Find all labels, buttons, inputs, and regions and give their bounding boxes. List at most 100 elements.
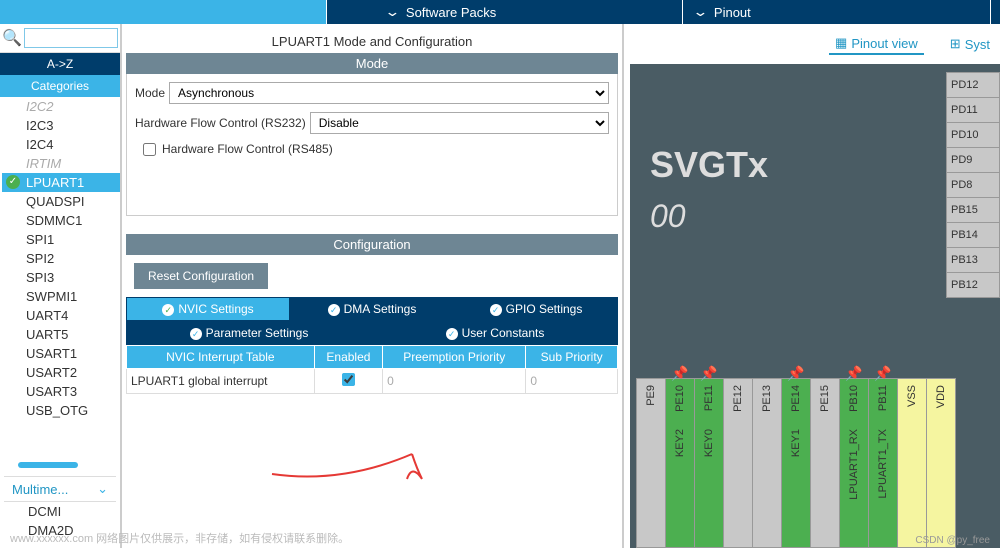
chip-diagram[interactable]: SVGTx 00 PE9📌PE10KEY2📌PE11KEY0PE12PE13📌P… (630, 64, 1000, 548)
pin-pe14[interactable]: 📌PE14KEY1 (781, 378, 811, 548)
interrupt-enabled-checkbox[interactable] (342, 373, 355, 386)
mode-header: Mode (126, 53, 618, 74)
pin-tack-icon: 📌 (700, 365, 717, 382)
periph-item-dcmi[interactable]: DCMI (4, 502, 116, 521)
pinout-view-button[interactable]: ▦ Pinout view (829, 33, 924, 55)
red-annotation (262, 444, 462, 504)
pin-label: VDD (935, 385, 947, 408)
peripheral-sidebar: 🔍 A->Z Categories I2C2I2C3I2C4IRTIMLPUAR… (0, 24, 122, 548)
chevron-down-icon: ⌄ (384, 4, 400, 20)
periph-item-irtim[interactable]: IRTIM (2, 154, 120, 173)
pin-label: PE12 (732, 385, 744, 412)
periph-item-lpuart1[interactable]: LPUART1 (2, 173, 120, 192)
pin-tack-icon: 📌 (845, 365, 862, 382)
pin-pe10[interactable]: 📌PE10KEY2 (665, 378, 695, 548)
chip-icon: ▦ (835, 35, 847, 51)
periph-item-usart1[interactable]: USART1 (2, 344, 120, 363)
pin-pe15[interactable]: PE15 (810, 378, 840, 548)
periph-item-uart5[interactable]: UART5 (2, 325, 120, 344)
categories-button[interactable]: Categories (0, 75, 120, 97)
periph-item-i2c4[interactable]: I2C4 (2, 135, 120, 154)
check-icon: ✓ (190, 328, 202, 340)
pin-pd8[interactable]: PD8 (946, 172, 1000, 198)
pinout-label: Pinout (714, 5, 751, 20)
pinout-panel: ▦ Pinout view ⊞ Syst SVGTx 00 PE9 📌 PE10 KE… (622, 24, 1000, 548)
pin-tack-icon: 📌 (671, 365, 688, 382)
search-icon: 🔍 (2, 28, 22, 48)
pin-pe9[interactable]: PE9 (636, 378, 666, 548)
periph-item-usart2[interactable]: USART2 (2, 363, 120, 382)
chevron-down-icon: ⌄ (692, 4, 708, 20)
config-header: Configuration (126, 234, 618, 255)
pinout-menu[interactable]: ⌄ Pinout (682, 0, 990, 24)
hwflow-label: Hardware Flow Control (RS232) (135, 116, 306, 130)
periph-item-uart4[interactable]: UART4 (2, 306, 120, 325)
search-input[interactable] (24, 28, 118, 48)
pin-vdd[interactable]: VDD (926, 378, 956, 548)
col-sub: Sub Priority (526, 346, 618, 369)
grid-icon: ⊞ (950, 36, 961, 52)
pin-pe13[interactable]: PE13 (752, 378, 782, 548)
software-packs-menu[interactable]: ⌄ Software Packs (326, 0, 682, 24)
pin-pb11[interactable]: 📌PB11LPUART1_TX (868, 378, 898, 548)
periph-item-swpmi1[interactable]: SWPMI1 (2, 287, 120, 306)
check-icon: ✓ (162, 304, 174, 316)
tab-gpio-settings[interactable]: ✓GPIO Settings (454, 297, 618, 321)
hwflow-select[interactable]: Disable (310, 112, 609, 134)
chip-part-number: SVGTx (650, 144, 768, 186)
tab-parameter-settings[interactable]: ✓Parameter Settings (126, 321, 372, 345)
pin-pb15[interactable]: PB15 (946, 197, 1000, 223)
periph-item-sdmmc1[interactable]: SDMMC1 (2, 211, 120, 230)
reset-config-button[interactable]: Reset Configuration (134, 263, 268, 289)
config-center-panel: LPUART1 Mode and Configuration Mode Mode… (122, 24, 622, 548)
pin-label: PE14 (790, 385, 802, 412)
multimedia-label: Multime... (12, 482, 68, 497)
rs485-checkbox[interactable] (143, 143, 156, 156)
nvic-row[interactable]: LPUART1 global interrupt 0 0 (127, 369, 618, 394)
multimedia-category[interactable]: Multime... ⌄ (4, 476, 116, 502)
periph-item-usb_otg[interactable]: USB_OTG (2, 401, 120, 420)
periph-item-usart3[interactable]: USART3 (2, 382, 120, 401)
pin-pb12[interactable]: PB12 (946, 272, 1000, 298)
pin-label: PE10 (674, 385, 686, 412)
pin-label: PE15 (819, 385, 831, 412)
pin-tack-icon: 📌 (787, 365, 804, 382)
copyright-text: CSDN @py_free (915, 535, 990, 546)
software-packs-label: Software Packs (406, 5, 496, 20)
config-title: LPUART1 Mode and Configuration (126, 28, 618, 53)
col-interrupt: NVIC Interrupt Table (127, 346, 315, 369)
pin-label: PE13 (761, 385, 773, 412)
periph-item-spi2[interactable]: SPI2 (2, 249, 120, 268)
pin-vss[interactable]: VSS (897, 378, 927, 548)
tab-user-constants[interactable]: ✓User Constants (372, 321, 618, 345)
system-view-button[interactable]: ⊞ Syst (944, 34, 996, 54)
pin-function: KEY1 (790, 429, 802, 457)
tab-dma-settings[interactable]: ✓DMA Settings (290, 297, 454, 321)
periph-item-quadspi[interactable]: QUADSPI (2, 192, 120, 211)
pin-function: KEY2 (674, 429, 686, 457)
periph-item-i2c2[interactable]: I2C2 (2, 97, 120, 116)
tab-nvic-settings[interactable]: ✓NVIC Settings (126, 297, 290, 321)
pin-pe12[interactable]: PE12 (723, 378, 753, 548)
pin-function: LPUART1_TX (877, 429, 889, 499)
pin-pe11[interactable]: 📌PE11KEY0 (694, 378, 724, 548)
pin-label: VSS (906, 385, 918, 407)
periph-item-spi1[interactable]: SPI1 (2, 230, 120, 249)
pin-pb13[interactable]: PB13 (946, 247, 1000, 273)
watermark-text: www.xxxxxx.com 网络图片仅供展示，非存储，如有侵权请联系删除。 (10, 530, 349, 546)
pin-tack-icon: 📌 (874, 365, 891, 382)
pin-pb10[interactable]: 📌PB10LPUART1_RX (839, 378, 869, 548)
interrupt-name: LPUART1 global interrupt (127, 369, 315, 394)
pin-pb14[interactable]: PB14 (946, 222, 1000, 248)
pin-pd12[interactable]: PD12 (946, 72, 1000, 98)
sort-az-button[interactable]: A->Z (0, 53, 120, 75)
chip-suffix: 00 (650, 198, 768, 235)
pin-pd11[interactable]: PD11 (946, 97, 1000, 123)
periph-item-spi3[interactable]: SPI3 (2, 268, 120, 287)
pin-pd9[interactable]: PD9 (946, 147, 1000, 173)
check-icon: ✓ (490, 304, 502, 316)
pin-label: PB11 (877, 385, 889, 411)
pin-pd10[interactable]: PD10 (946, 122, 1000, 148)
periph-item-i2c3[interactable]: I2C3 (2, 116, 120, 135)
mode-select[interactable]: Asynchronous (169, 82, 609, 104)
